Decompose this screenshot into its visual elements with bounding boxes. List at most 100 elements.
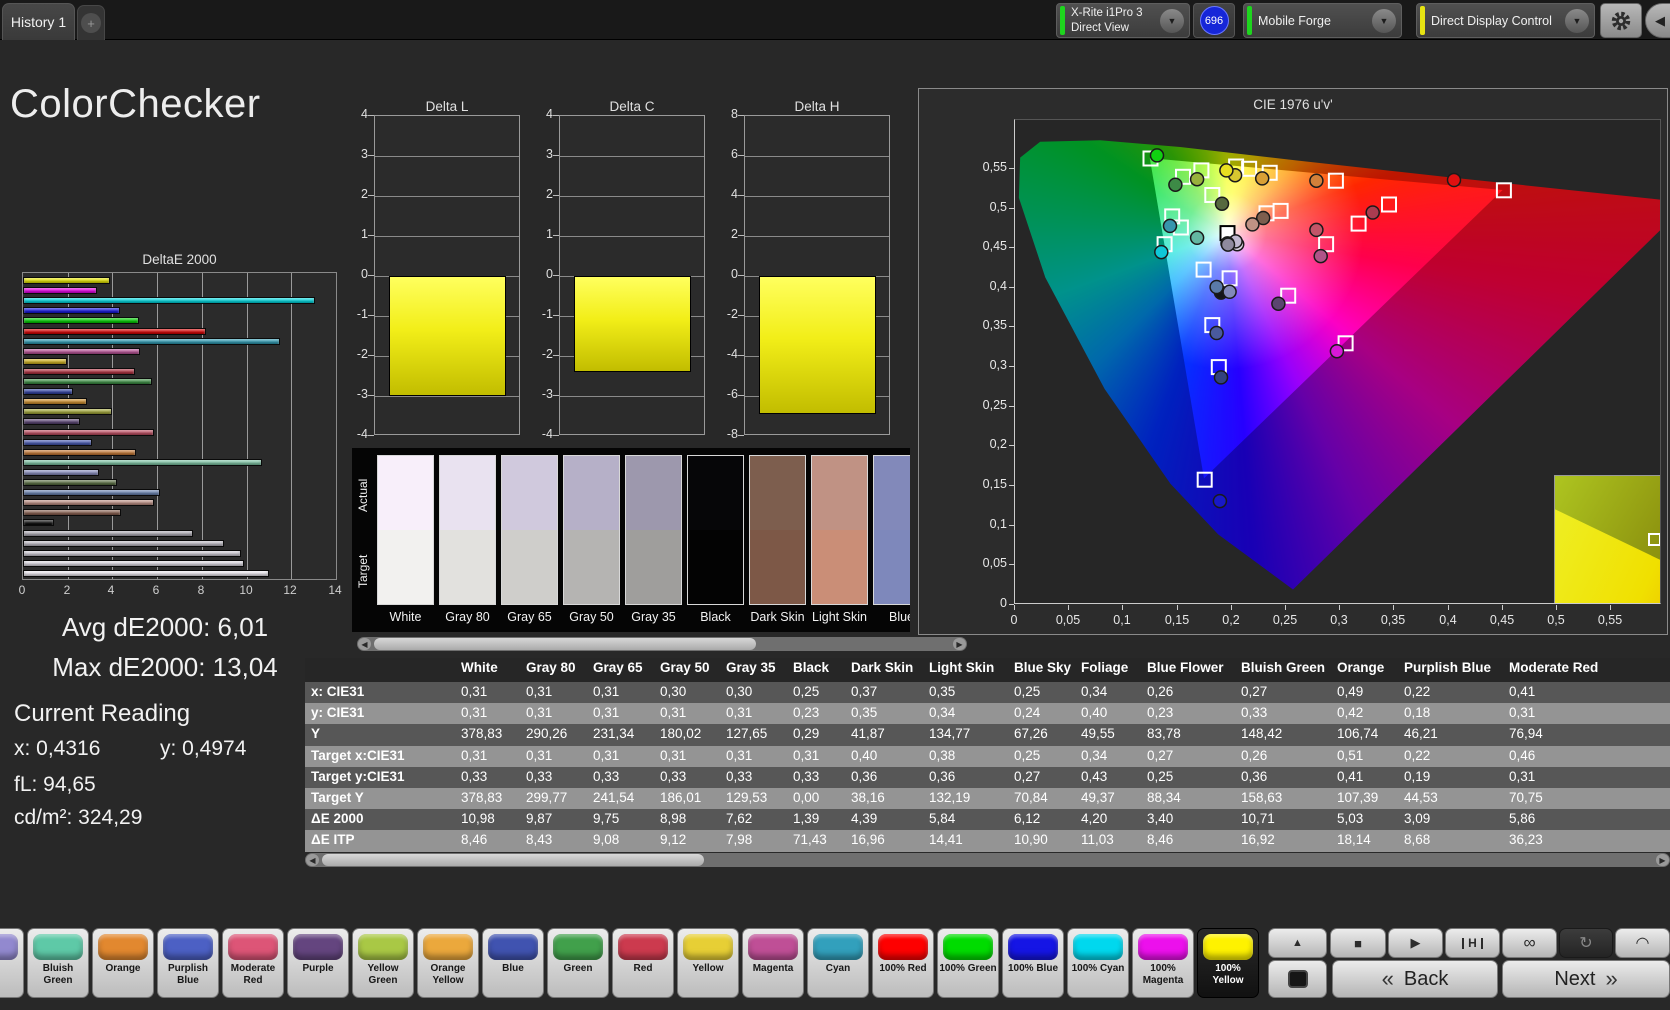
meter-count-button[interactable]: 696 xyxy=(1193,3,1235,38)
display-control-button[interactable]: Direct Display Control ▼ xyxy=(1416,3,1595,38)
patch-button-cyan[interactable]: Cyan xyxy=(807,928,869,998)
delta-ytick: -8 xyxy=(726,427,738,441)
swatch-blue xyxy=(873,455,910,605)
stop-button[interactable]: ■ xyxy=(1330,928,1386,958)
scroll-left-icon[interactable]: ◀ xyxy=(358,638,371,650)
table-cell: 0,31 xyxy=(593,705,620,721)
patch-button-100-blue[interactable]: 100% Blue xyxy=(1002,928,1064,998)
patch-button-moderate-red[interactable]: Moderate Red xyxy=(222,928,284,998)
inset-target-marker xyxy=(1648,533,1660,546)
table-cell: 290,26 xyxy=(526,726,568,742)
table-header-cell xyxy=(305,658,455,682)
play-button[interactable]: ▶ xyxy=(1388,928,1443,958)
table-cell: 0,33 xyxy=(726,768,753,784)
tick-mark xyxy=(1009,247,1014,248)
patch-button-magenta[interactable]: Magenta xyxy=(742,928,804,998)
deltae-bar-yellow xyxy=(23,357,67,365)
table-cell: 106,74 xyxy=(1337,726,1379,742)
swatch-name: Light Skin xyxy=(812,610,867,624)
table-cell: 18,14 xyxy=(1337,832,1371,848)
pattern-window-button[interactable] xyxy=(1268,960,1327,998)
table-cell: 0,31 xyxy=(526,705,553,721)
patch-button-100-magenta[interactable]: 100% Magenta xyxy=(1132,928,1194,998)
patch-button-blue[interactable]: Blue xyxy=(482,928,544,998)
scroll-right-icon[interactable]: ▶ xyxy=(953,638,966,650)
patch-button-purplish-blue[interactable]: Purplish Blue xyxy=(157,928,219,998)
series-measure-button[interactable]: H xyxy=(1445,928,1500,958)
delta-ytick: -2 xyxy=(356,347,368,361)
dial-button[interactable]: ◠ xyxy=(1615,928,1670,958)
patch-color xyxy=(748,934,798,960)
new-tab-button[interactable]: + xyxy=(77,5,105,40)
patch-color xyxy=(553,934,603,960)
swatch-strip-scrollbar[interactable]: ◀ ▶ xyxy=(357,637,967,651)
target-marker xyxy=(1221,270,1238,287)
deltae-bar-purplish-blue xyxy=(23,438,93,446)
tick-mark xyxy=(553,155,559,156)
table-cell: 9,12 xyxy=(660,832,687,848)
patch-button-purple[interactable]: Purple xyxy=(287,928,349,998)
tick-mark xyxy=(738,235,744,236)
table-cell: 0,27 xyxy=(1147,747,1174,763)
scrollbar-thumb[interactable] xyxy=(374,638,756,650)
continuous-measure-button[interactable]: ∞ xyxy=(1502,928,1557,958)
chevron-down-icon[interactable]: ▼ xyxy=(1372,8,1396,33)
patch-button-bluish-green[interactable]: Bluish Green xyxy=(27,928,89,998)
measured-marker xyxy=(1329,343,1345,359)
patch-button-orange-yellow[interactable]: Orange Yellow xyxy=(417,928,479,998)
table-cell: 9,75 xyxy=(593,811,620,827)
table-cell: 5,84 xyxy=(929,811,956,827)
delta-ytick: 8 xyxy=(731,107,738,121)
table-cell: 0,26 xyxy=(1147,684,1174,699)
deltae-bar-yellow-green xyxy=(23,408,113,416)
patch-button-er[interactable]: er xyxy=(0,928,24,998)
settings-button[interactable] xyxy=(1600,3,1642,38)
table-row: y: CIE31 0,31 0,31 0,31 0,31 0,31 0,23 0,35 0,34… xyxy=(305,703,1670,725)
chevron-down-icon[interactable]: ▼ xyxy=(1160,8,1184,33)
tick-mark xyxy=(738,435,744,436)
max-de2000: Max dE2000: 13,04 xyxy=(52,652,278,682)
deltae-xtick: 6 xyxy=(152,583,160,597)
refresh-button[interactable]: ↻ xyxy=(1559,928,1613,958)
scroll-left-icon[interactable]: ◀ xyxy=(306,854,319,866)
back-button[interactable]: « Back xyxy=(1332,960,1498,998)
table-cell: 0,25 xyxy=(1014,684,1041,699)
next-button[interactable]: Next » xyxy=(1502,960,1670,998)
measured-marker xyxy=(1189,230,1205,246)
pattern-source-button[interactable]: Mobile Forge ▼ xyxy=(1243,3,1402,38)
patch-button-green[interactable]: Green xyxy=(547,928,609,998)
patch-label: Magenta xyxy=(752,963,794,974)
patch-button-yellow-green[interactable]: Yellow Green xyxy=(352,928,414,998)
table-cell: 0,18 xyxy=(1404,705,1431,721)
patch-button-100-green[interactable]: 100% Green xyxy=(937,928,999,998)
scrollbar-thumb[interactable] xyxy=(322,854,704,866)
patch-button-orange[interactable]: Orange xyxy=(92,928,154,998)
table-cell: 0,33 xyxy=(1241,705,1268,721)
deltae-bar-magenta xyxy=(23,347,141,355)
cie-xtick: 0,05 xyxy=(1055,613,1081,627)
table-scrollbar[interactable]: ◀ ▶ xyxy=(305,853,1670,867)
patch-button-red[interactable]: Red xyxy=(612,928,674,998)
chevron-down-icon[interactable]: ▼ xyxy=(1565,8,1589,33)
table-cell: 0,25 xyxy=(1014,747,1041,763)
collapse-panel-button[interactable]: ◀ xyxy=(1645,3,1670,38)
table-row: ΔE ITP 8,46 8,43 9,08 9,12 7,98 71,43 16,96 14,4… xyxy=(305,830,1670,852)
measured-marker xyxy=(1214,196,1230,211)
patch-button-yellow[interactable]: Yellow xyxy=(677,928,739,998)
tick-mark xyxy=(1009,564,1014,565)
deltae-bar-100-magenta xyxy=(23,287,97,295)
meter-select-button[interactable]: X-Rite i1Pro 3 Direct View ▼ xyxy=(1056,3,1190,38)
collapse-up-button[interactable]: ▲ xyxy=(1268,928,1327,958)
swatch-white xyxy=(377,455,434,605)
deltae-bar-white xyxy=(23,569,269,577)
patch-button-100-yellow[interactable]: 100% Yellow xyxy=(1197,928,1259,998)
scroll-right-icon[interactable]: ▶ xyxy=(1656,854,1669,866)
table-cell: 71,43 xyxy=(793,832,827,848)
table-header-cell: Blue Flower xyxy=(1147,660,1224,675)
patch-button-100-cyan[interactable]: 100% Cyan xyxy=(1067,928,1129,998)
tab-history-1[interactable]: History 1 xyxy=(2,3,75,40)
patch-button-100-red[interactable]: 100% Red xyxy=(872,928,934,998)
table-cell: 148,42 xyxy=(1241,726,1283,742)
tick-mark xyxy=(1014,605,1015,610)
delta-ytick: -3 xyxy=(356,387,368,401)
